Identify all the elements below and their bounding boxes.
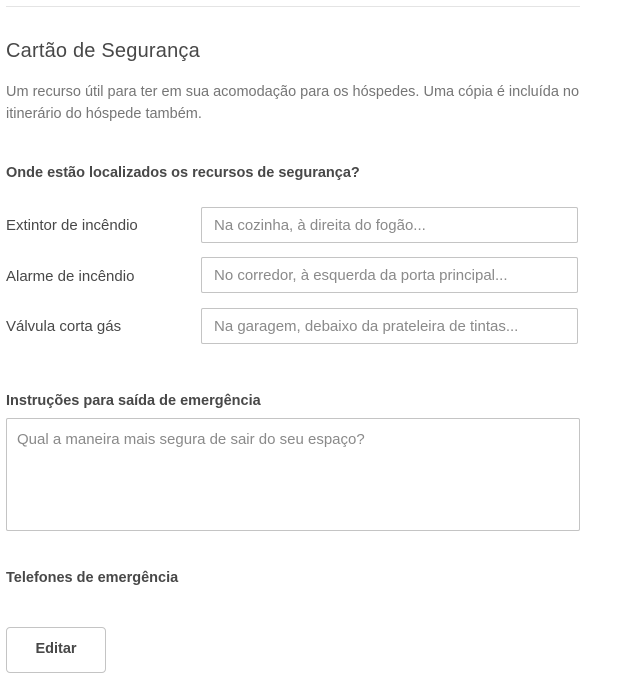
section-description: Um recurso útil para ter em sua acomodaç… <box>6 84 580 122</box>
top-divider <box>6 6 580 7</box>
emergency-exit-textarea[interactable] <box>6 418 580 531</box>
gas-valve-input[interactable] <box>201 308 578 344</box>
edit-phones-button[interactable]: Editar <box>6 627 106 673</box>
fire-alarm-label: Alarme de incêndio <box>6 268 135 285</box>
fire-extinguisher-input[interactable] <box>201 207 578 243</box>
safety-location-question: Onde estão localizados os recursos de se… <box>6 165 360 181</box>
gas-valve-label: Válvula corta gás <box>6 318 122 335</box>
emergency-phones-label: Telefones de emergência <box>6 570 179 586</box>
fire-alarm-input[interactable] <box>201 257 578 293</box>
fire-extinguisher-label: Extintor de incêndio <box>6 217 138 234</box>
section-title: Cartão de Segurança <box>6 40 200 62</box>
emergency-exit-label: Instruções para saída de emergência <box>6 393 261 409</box>
